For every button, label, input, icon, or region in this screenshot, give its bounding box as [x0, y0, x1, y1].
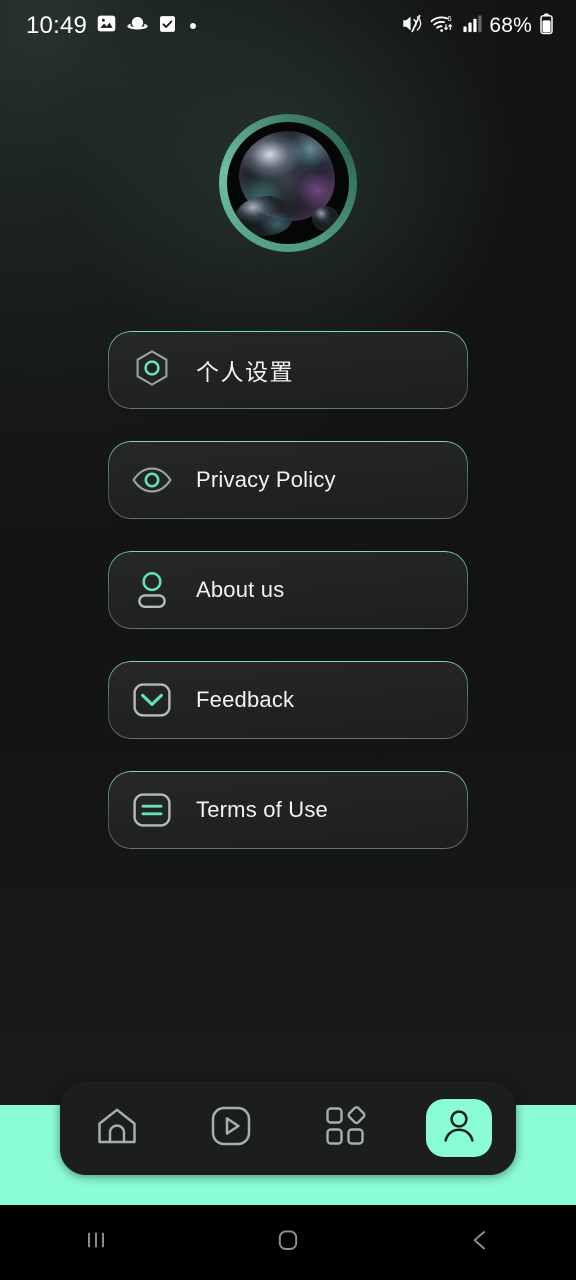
avatar-ring [219, 114, 357, 252]
mail-icon [130, 678, 174, 722]
svg-text:6: 6 [448, 14, 452, 23]
play-square-icon [210, 1105, 252, 1152]
menu-item-label: Feedback [196, 687, 295, 712]
menu-item-label: 个人设置 [196, 359, 294, 385]
photo-icon [96, 13, 117, 39]
person-icon [439, 1106, 479, 1151]
menu-item-label: Privacy Policy [196, 467, 336, 492]
nav-item-apps[interactable] [312, 1099, 378, 1157]
sysnav-back-button[interactable] [435, 1216, 525, 1270]
sysnav-recents-button[interactable] [51, 1216, 141, 1270]
menu-item-privacy-policy[interactable]: Privacy Policy [108, 441, 468, 519]
nav-item-profile[interactable] [426, 1099, 492, 1157]
avatar[interactable] [219, 114, 357, 252]
recents-icon [81, 1225, 111, 1260]
bottom-navigation-bar [60, 1081, 516, 1175]
hexagon-settings-icon [130, 348, 174, 392]
saturn-icon [126, 13, 149, 39]
nav-item-video[interactable] [198, 1099, 264, 1157]
home-icon [273, 1225, 303, 1260]
status-clock: 10:49 [26, 12, 88, 39]
cellular-signal-icon [462, 13, 482, 39]
app-root: 10:49 6 68% 个人设置 Privacy Policy About us… [0, 0, 576, 1280]
settings-menu-list: 个人设置 Privacy Policy About us Feedback Te… [108, 331, 468, 849]
checkbox-icon [158, 14, 177, 39]
status-bar-right: 6 68% [400, 13, 554, 40]
menu-item-personal-settings[interactable]: 个人设置 [108, 331, 468, 409]
menu-item-label: Terms of Use [196, 797, 328, 822]
menu-item-terms-of-use[interactable]: Terms of Use [108, 771, 468, 849]
status-bar-left: 10:49 [26, 12, 197, 40]
back-icon [465, 1225, 495, 1260]
dot-indicator [190, 23, 197, 29]
person-icon [130, 568, 174, 612]
sysnav-home-button[interactable] [243, 1216, 333, 1270]
status-bar: 10:49 6 68% [0, 0, 576, 52]
battery-percent-label: 68% [489, 14, 532, 37]
bubble-small [312, 206, 339, 231]
avatar-image [227, 122, 349, 244]
nav-item-home[interactable] [84, 1099, 150, 1157]
eye-icon [130, 458, 174, 502]
menu-item-label: About us [196, 577, 285, 602]
document-lines-icon [130, 788, 174, 832]
battery-icon [539, 13, 554, 40]
mute-icon [400, 13, 422, 39]
grid-apps-icon [324, 1105, 366, 1152]
android-system-nav [0, 1205, 576, 1280]
menu-item-about-us[interactable]: About us [108, 551, 468, 629]
wifi-6-icon: 6 [429, 13, 455, 39]
bubble-medium [235, 196, 293, 236]
home-icon [95, 1105, 139, 1152]
menu-item-feedback[interactable]: Feedback [108, 661, 468, 739]
